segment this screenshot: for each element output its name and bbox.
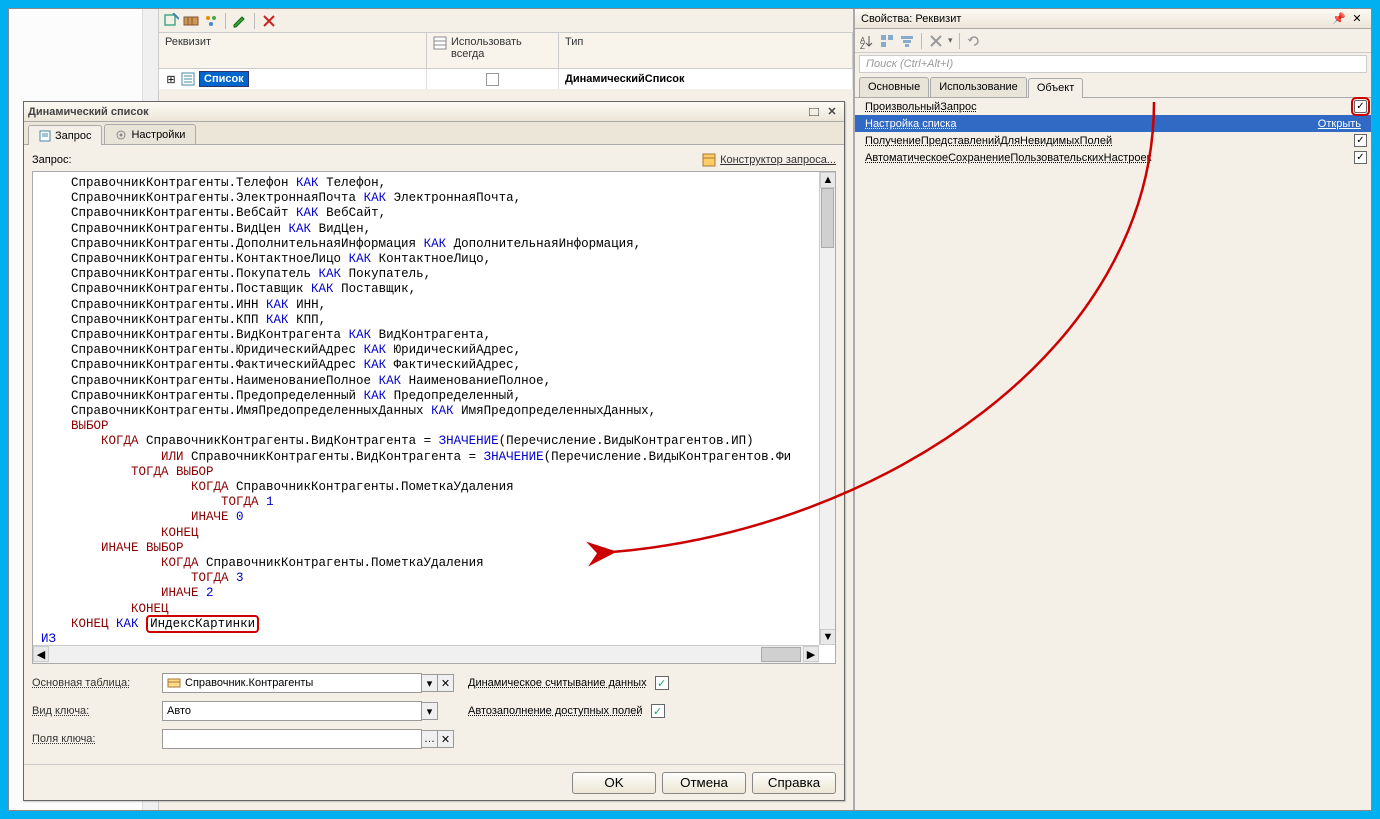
prop-label: ПроизвольныйЗапрос <box>865 101 1354 113</box>
prop-row-0[interactable]: ПроизвольныйЗапрос <box>855 98 1371 115</box>
prop-label: Настройка списка <box>865 118 1318 130</box>
close-icon[interactable]: ✕ <box>1349 12 1365 26</box>
tree-row[interactable]: ⊞ Список ДинамическийСписок <box>159 69 853 89</box>
tab-query[interactable]: Запрос <box>28 125 102 145</box>
tree-item-label[interactable]: Список <box>199 71 249 87</box>
categories-icon[interactable] <box>879 33 895 49</box>
tree-type: ДинамическийСписок <box>559 69 853 89</box>
pin-icon[interactable]: 📌 <box>1331 12 1347 26</box>
prop-checkbox[interactable] <box>1354 151 1367 164</box>
dropdown-btn[interactable]: ▾ <box>422 674 438 692</box>
header-type: Тип <box>559 33 853 68</box>
svg-text:Z: Z <box>860 42 865 49</box>
help-button[interactable]: Справка <box>752 772 836 794</box>
scrollbar-h[interactable]: ◀ ▶ <box>33 645 819 663</box>
filter-icon[interactable] <box>899 33 915 49</box>
table-icon <box>433 36 447 50</box>
delete-prop-icon[interactable] <box>928 33 944 49</box>
undo-icon[interactable] <box>966 33 982 49</box>
add-icon[interactable] <box>163 13 179 29</box>
key-type-label: Вид ключа: <box>32 705 162 717</box>
header-attribute: Реквизит <box>159 33 427 68</box>
add-column-icon[interactable] <box>183 13 199 29</box>
prop-label: ПолучениеПредставленийДляНевидимыхПолей <box>865 135 1354 147</box>
clear-btn[interactable]: ✕ <box>438 674 454 692</box>
gear-icon <box>115 129 127 141</box>
add-sub-icon[interactable] <box>203 13 219 29</box>
dialog-titlebar[interactable]: Динамический список ✕ <box>24 102 844 122</box>
maximize-icon[interactable] <box>806 105 822 119</box>
table-ref-icon <box>167 676 181 690</box>
prop-label: АвтоматическоеСохранениеПользовательских… <box>865 152 1354 164</box>
dynamic-list-dialog: Динамический список ✕ Запрос Настройки З… <box>23 101 845 801</box>
scrollbar-v[interactable]: ▲ ▼ <box>819 172 835 645</box>
prop-row-3[interactable]: АвтоматическоеСохранениеПользовательских… <box>855 149 1371 166</box>
dialog-tabs: Запрос Настройки <box>24 122 844 145</box>
list-icon <box>181 72 195 86</box>
close-dialog-icon[interactable]: ✕ <box>824 105 840 119</box>
props-title: Свойства: Реквизит 📌 ✕ <box>855 9 1371 29</box>
header-row: Реквизит Использовать всегда Тип <box>159 33 853 69</box>
key-fields-label: Поля ключа: <box>32 733 162 745</box>
dyn-read-checkbox[interactable] <box>655 676 669 690</box>
props-toolbar: AZ ▾ <box>855 29 1371 53</box>
query-label: Запрос: <box>32 154 72 166</box>
center-toolbar <box>159 9 853 33</box>
prop-checkbox[interactable] <box>1354 134 1367 147</box>
key-type-input[interactable]: Авто <box>162 701 422 721</box>
prop-checkbox[interactable] <box>1354 100 1367 113</box>
main-table-input[interactable]: Справочник.Контрагенты <box>162 673 422 693</box>
dyn-read-label: Динамическое считывание данных <box>468 677 647 689</box>
autofill-checkbox[interactable] <box>651 704 665 718</box>
edit-icon[interactable] <box>232 13 248 29</box>
checkbox-icon[interactable] <box>486 73 499 86</box>
query-editor[interactable]: СправочникКонтрагенты.Телефон КАК Телефо… <box>32 171 836 664</box>
key-dropdown-btn[interactable]: ▾ <box>422 702 438 720</box>
key-fields-select-btn[interactable]: … <box>422 730 438 748</box>
tab-settings[interactable]: Настройки <box>104 124 196 144</box>
tab-object[interactable]: Объект <box>1028 78 1083 98</box>
delete-icon[interactable] <box>261 13 277 29</box>
main-table-label: Основная таблица: <box>32 677 162 689</box>
prop-link[interactable]: Открыть <box>1318 118 1361 130</box>
autofill-label: Автозаполнение доступных полей <box>468 705 643 717</box>
expand-icon[interactable]: ⊞ <box>165 73 177 85</box>
prop-row-2[interactable]: ПолучениеПредставленийДляНевидимыхПолей <box>855 132 1371 149</box>
header-use-always: Использовать всегда <box>427 33 559 68</box>
ok-button[interactable]: OK <box>572 772 656 794</box>
query-icon <box>39 130 51 142</box>
constructor-button[interactable]: Конструктор запроса... <box>702 153 836 167</box>
tab-main[interactable]: Основные <box>859 77 929 97</box>
key-fields-clear-btn[interactable]: ✕ <box>438 730 454 748</box>
prop-row-1[interactable]: Настройка спискаОткрыть <box>855 115 1371 132</box>
props-tabs: Основные Использование Объект <box>855 75 1371 98</box>
constructor-icon <box>702 153 716 167</box>
sort-icon[interactable]: AZ <box>859 33 875 49</box>
cancel-button[interactable]: Отмена <box>662 772 746 794</box>
props-search[interactable]: Поиск (Ctrl+Alt+I) <box>859 55 1367 73</box>
key-fields-input[interactable] <box>162 729 422 749</box>
tab-usage[interactable]: Использование <box>930 77 1027 97</box>
